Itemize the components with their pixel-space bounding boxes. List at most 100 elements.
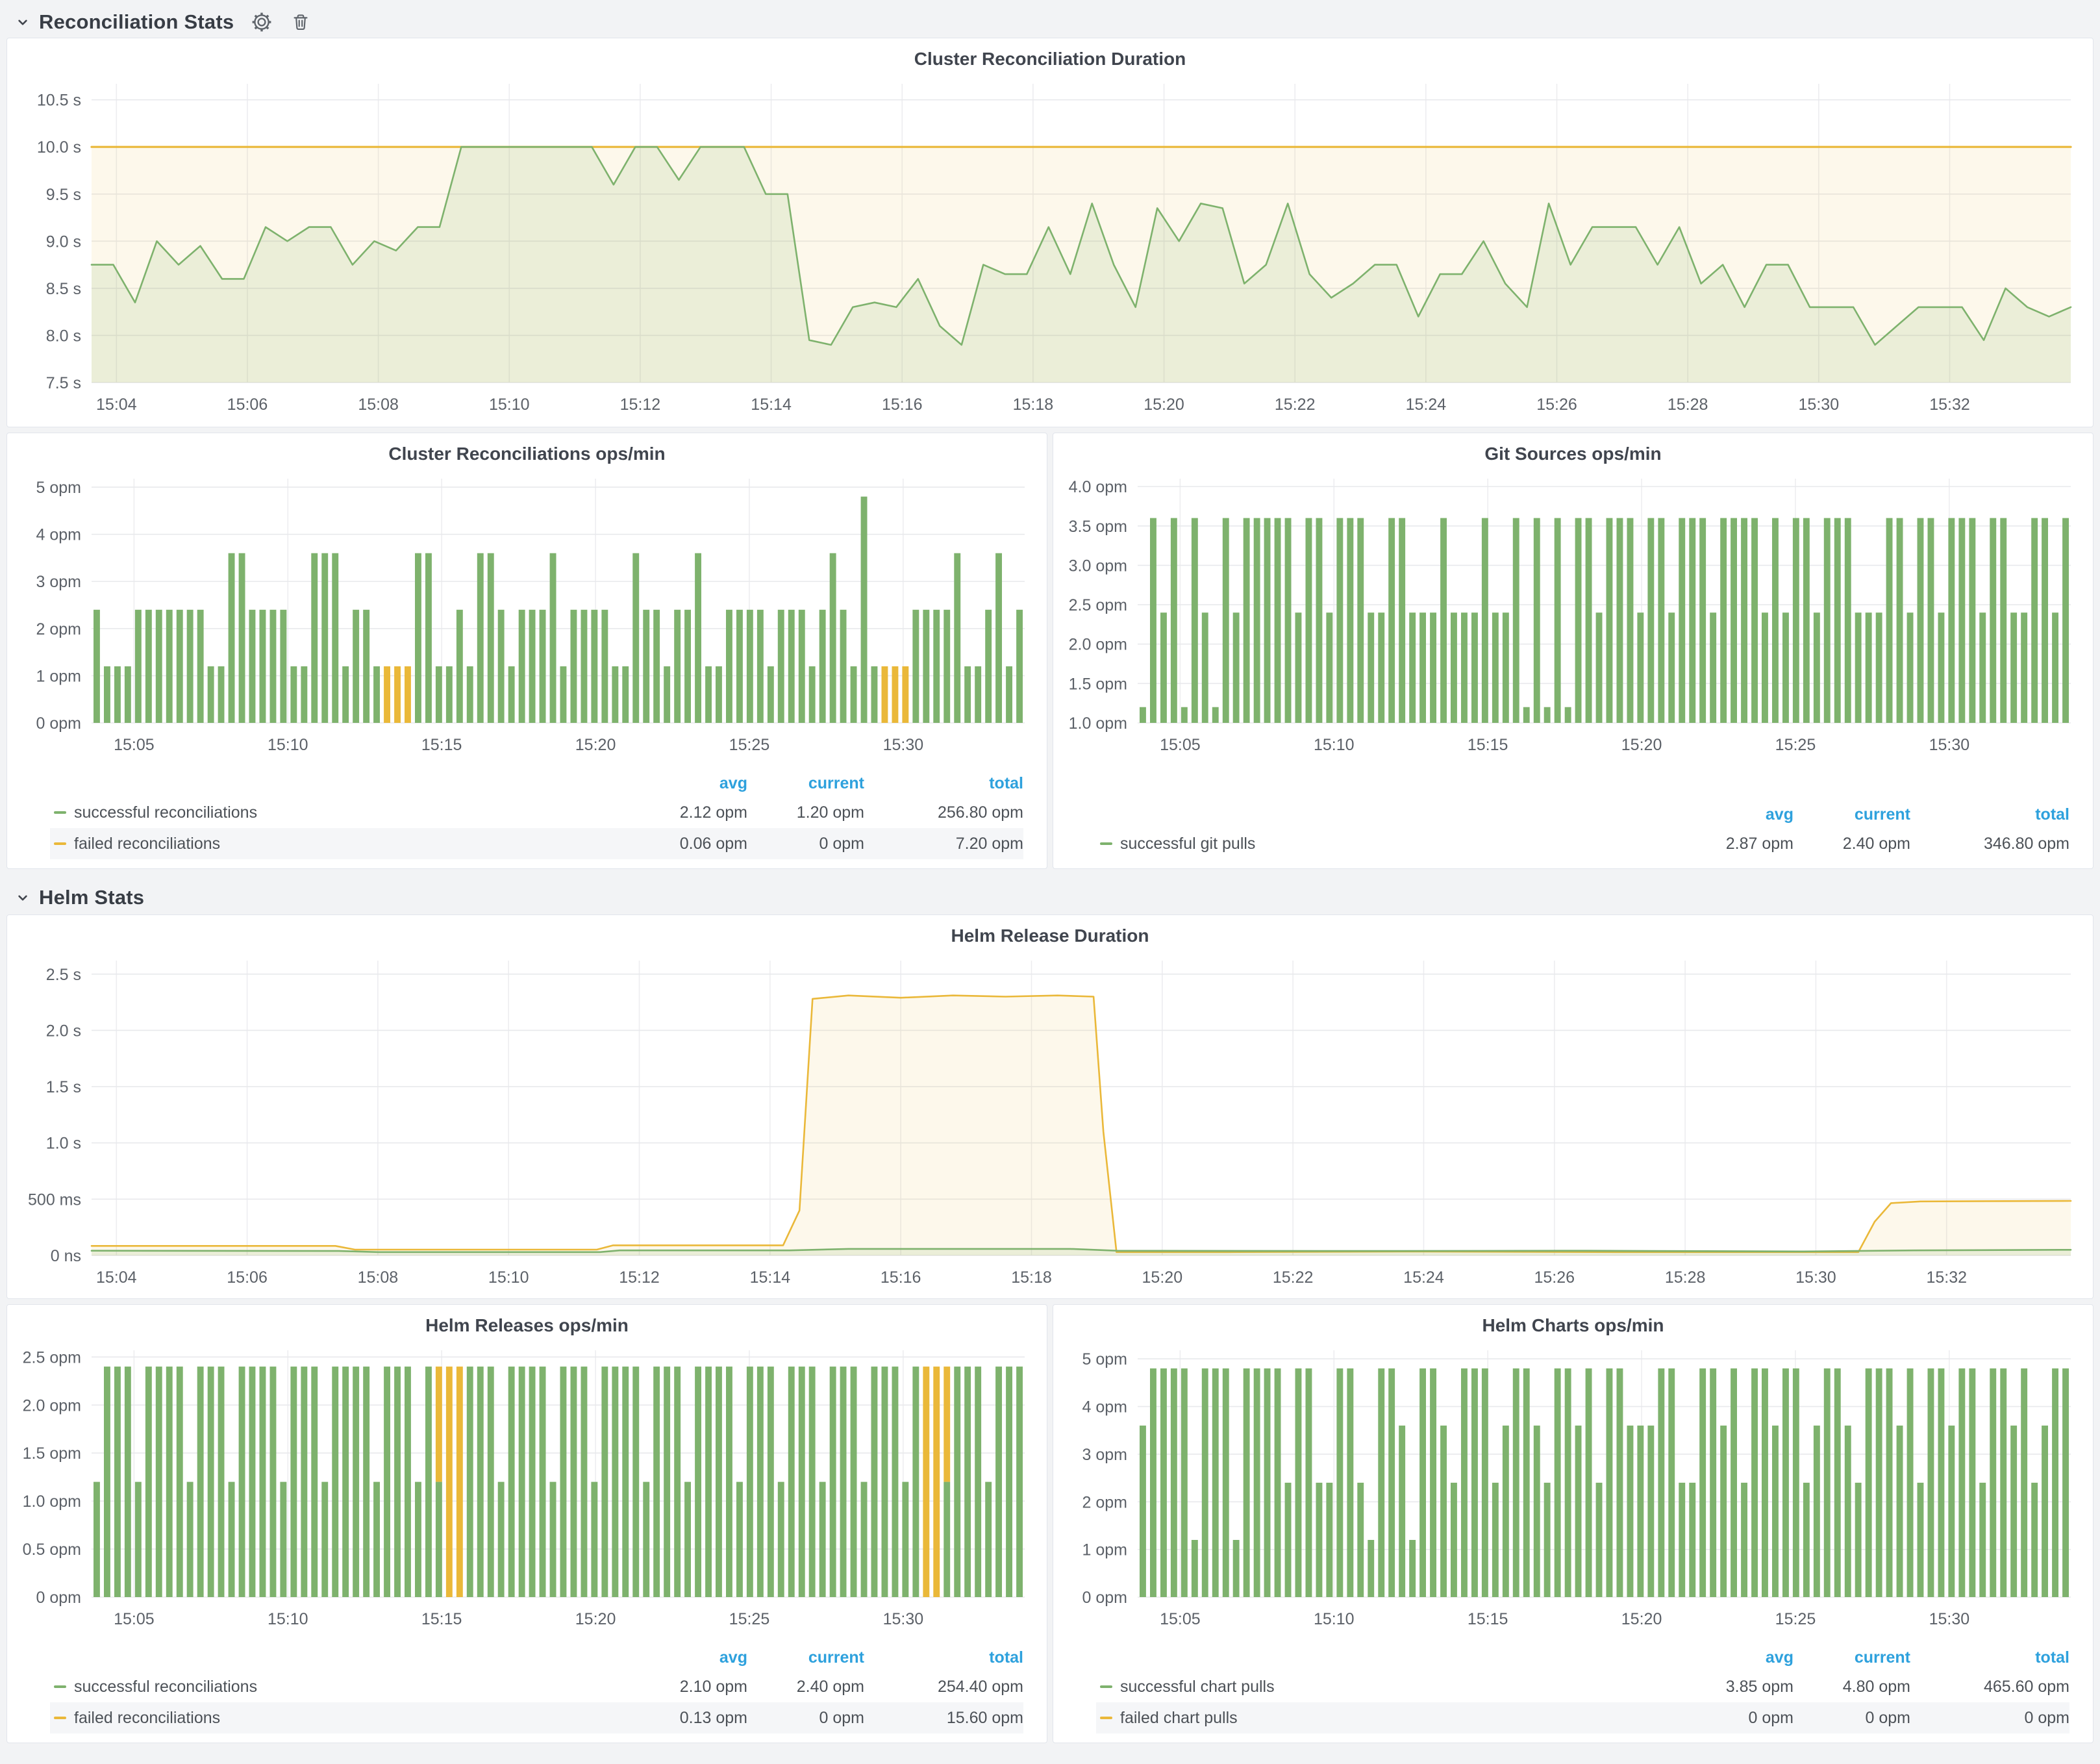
svg-text:3 opm: 3 opm bbox=[36, 573, 81, 591]
legend: avg current total successful chart pulls… bbox=[1058, 1643, 2088, 1743]
section-title[interactable]: Helm Stats bbox=[39, 886, 144, 909]
legend-avg-value: 0 opm bbox=[1670, 1709, 1794, 1728]
legend-current-value: 0 opm bbox=[1794, 1709, 1910, 1728]
panel-cluster-reconciliations-ops: Cluster Reconciliations ops/min 0 opm 1 o… bbox=[6, 433, 1047, 869]
chart-canvas-cluster-reconciliation-duration[interactable]: 7.5 s8.0 s8.5 s9.0 s9.5 s10.0 s10.5 s15:… bbox=[12, 73, 2088, 419]
series-swatch bbox=[54, 811, 66, 814]
trash-icon[interactable] bbox=[290, 11, 312, 33]
svg-text:15:15: 15:15 bbox=[421, 736, 462, 754]
legend-header: avg current total bbox=[50, 1644, 1023, 1671]
svg-text:15:10: 15:10 bbox=[1314, 736, 1355, 754]
svg-text:8.0 s: 8.0 s bbox=[46, 327, 81, 345]
svg-text:15:15: 15:15 bbox=[421, 1610, 462, 1628]
legend-col-avg[interactable]: avg bbox=[1670, 1648, 1794, 1667]
legend-col-current[interactable]: current bbox=[747, 1648, 864, 1667]
svg-text:15:04: 15:04 bbox=[96, 1268, 137, 1287]
legend-row-successful: successful chart pulls 3.85 opm 4.80 opm… bbox=[1096, 1671, 2069, 1702]
chevron-down-icon[interactable] bbox=[14, 889, 31, 906]
chart-canvas-helm-release-duration[interactable]: 0 ns500 ms1.0 s1.5 s2.0 s2.5 s15:0415:06… bbox=[12, 950, 2088, 1292]
section-title[interactable]: Reconciliation Stats bbox=[39, 10, 234, 34]
legend-total-value: 346.80 opm bbox=[1910, 835, 2069, 853]
chart-canvas-helm-charts[interactable]: 0 opm1 opm2 opm3 opm4 opm5 opm15:0515:10… bbox=[1058, 1340, 2088, 1633]
svg-text:15:22: 15:22 bbox=[1275, 396, 1316, 414]
svg-text:3 opm: 3 opm bbox=[1082, 1446, 1127, 1464]
series-name: successful reconciliations bbox=[74, 803, 257, 822]
gear-icon[interactable] bbox=[251, 11, 273, 33]
panel-title[interactable]: Helm Releases ops/min bbox=[12, 1305, 1042, 1340]
panel-helm-charts-ops: Helm Charts ops/min 0 opm1 opm2 opm3 opm… bbox=[1053, 1304, 2094, 1743]
legend-header: avg current total bbox=[1096, 1644, 2069, 1671]
panel-title[interactable]: Cluster Reconciliations ops/min bbox=[12, 433, 1042, 468]
svg-text:15:10: 15:10 bbox=[1314, 1610, 1355, 1628]
legend-col-avg[interactable]: avg bbox=[624, 1648, 747, 1667]
panel-helm-releases-ops: Helm Releases ops/min 0 opm0.5 opm1.0 op… bbox=[6, 1304, 1047, 1743]
svg-text:15:32: 15:32 bbox=[1929, 396, 1970, 414]
legend-avg-value: 2.87 opm bbox=[1670, 835, 1794, 853]
legend-row-successful: successful reconciliations 2.12 opm 1.20… bbox=[50, 797, 1023, 828]
legend-col-total[interactable]: total bbox=[1910, 1648, 2069, 1667]
legend-col-total[interactable]: total bbox=[1910, 805, 2069, 824]
panel-cluster-reconciliation-duration: Cluster Reconciliation Duration 7.5 s8.0… bbox=[6, 38, 2094, 427]
svg-text:4.0 opm: 4.0 opm bbox=[1069, 478, 1127, 496]
svg-text:2.0 opm: 2.0 opm bbox=[1069, 636, 1127, 654]
svg-text:2.5 opm: 2.5 opm bbox=[1069, 596, 1127, 614]
series-swatch bbox=[1100, 1685, 1112, 1688]
panel-title[interactable]: Git Sources ops/min bbox=[1058, 433, 2088, 468]
svg-text:2 opm: 2 opm bbox=[36, 620, 81, 638]
svg-text:1.5 opm: 1.5 opm bbox=[23, 1444, 81, 1463]
svg-text:1.0 opm: 1.0 opm bbox=[1069, 714, 1127, 733]
legend-avg-value: 0.06 opm bbox=[624, 835, 747, 853]
svg-text:10.5 s: 10.5 s bbox=[37, 92, 81, 110]
svg-text:15:06: 15:06 bbox=[227, 1268, 268, 1287]
svg-text:15:26: 15:26 bbox=[1536, 396, 1577, 414]
legend-current-value: 0 opm bbox=[747, 835, 864, 853]
chart-canvas-cluster-reconciliations[interactable]: 0 opm1 opm2 opm3 opm4 opm5 opm15:0515:10… bbox=[12, 468, 1042, 759]
legend-col-current[interactable]: current bbox=[1794, 805, 1910, 824]
svg-text:15:16: 15:16 bbox=[882, 396, 923, 414]
svg-text:0 opm: 0 opm bbox=[36, 1589, 81, 1607]
chevron-down-icon[interactable] bbox=[14, 14, 31, 31]
series-swatch bbox=[1100, 1717, 1112, 1719]
svg-text:15:15: 15:15 bbox=[1468, 736, 1508, 754]
panel-git-sources-ops: Git Sources ops/min 1.0 opm1.5 opm2.0 op… bbox=[1053, 433, 2094, 869]
chart-canvas-git-sources[interactable]: 1.0 opm1.5 opm2.0 opm2.5 opm3.0 opm3.5 o… bbox=[1058, 468, 2088, 759]
legend-col-current[interactable]: current bbox=[747, 774, 864, 793]
legend-row-failed: failed reconciliations 0.06 opm 0 opm 7.… bbox=[50, 828, 1023, 859]
svg-text:15:24: 15:24 bbox=[1403, 1268, 1444, 1287]
svg-text:15:22: 15:22 bbox=[1273, 1268, 1314, 1287]
svg-text:4 opm: 4 opm bbox=[36, 526, 81, 544]
svg-text:15:20: 15:20 bbox=[575, 1610, 616, 1628]
series-swatch bbox=[54, 1685, 66, 1688]
panel-title[interactable]: Helm Charts ops/min bbox=[1058, 1305, 2088, 1340]
legend-col-avg[interactable]: avg bbox=[624, 774, 747, 793]
svg-text:1 opm: 1 opm bbox=[36, 667, 81, 685]
svg-text:15:10: 15:10 bbox=[488, 1268, 529, 1287]
svg-text:15:06: 15:06 bbox=[227, 396, 268, 414]
legend-row-successful: successful git pulls 2.87 opm 2.40 opm 3… bbox=[1096, 828, 2069, 859]
svg-text:15:20: 15:20 bbox=[1621, 1610, 1662, 1628]
legend-col-total[interactable]: total bbox=[864, 1648, 1023, 1667]
legend-avg-value: 2.10 opm bbox=[624, 1678, 747, 1696]
svg-text:15:08: 15:08 bbox=[358, 1268, 399, 1287]
legend-row-successful: successful reconciliations 2.10 opm 2.40… bbox=[50, 1671, 1023, 1702]
legend-col-current[interactable]: current bbox=[1794, 1648, 1910, 1667]
svg-text:2.0 opm: 2.0 opm bbox=[23, 1396, 81, 1415]
legend-avg-value: 3.85 opm bbox=[1670, 1678, 1794, 1696]
panel-title[interactable]: Cluster Reconciliation Duration bbox=[12, 38, 2088, 73]
svg-text:15:04: 15:04 bbox=[96, 396, 137, 414]
svg-text:2.5 opm: 2.5 opm bbox=[23, 1348, 81, 1367]
svg-text:1.0 s: 1.0 s bbox=[46, 1135, 81, 1153]
legend-col-avg[interactable]: avg bbox=[1670, 805, 1794, 824]
svg-text:15:10: 15:10 bbox=[268, 1610, 308, 1628]
svg-text:3.0 opm: 3.0 opm bbox=[1069, 557, 1127, 575]
legend-header: avg current total bbox=[1096, 801, 2069, 828]
svg-text:15:12: 15:12 bbox=[619, 1268, 660, 1287]
panel-title[interactable]: Helm Release Duration bbox=[12, 915, 2088, 950]
svg-text:15:30: 15:30 bbox=[1799, 396, 1840, 414]
chart-canvas-helm-releases[interactable]: 0 opm0.5 opm1.0 opm1.5 opm2.0 opm2.5 opm… bbox=[12, 1340, 1042, 1633]
legend-total-value: 7.20 opm bbox=[864, 835, 1023, 853]
series-name: successful git pulls bbox=[1120, 835, 1255, 853]
legend-col-total[interactable]: total bbox=[864, 774, 1023, 793]
svg-text:15:24: 15:24 bbox=[1406, 396, 1447, 414]
section-header-helm-stats: Helm Stats bbox=[6, 874, 2094, 914]
